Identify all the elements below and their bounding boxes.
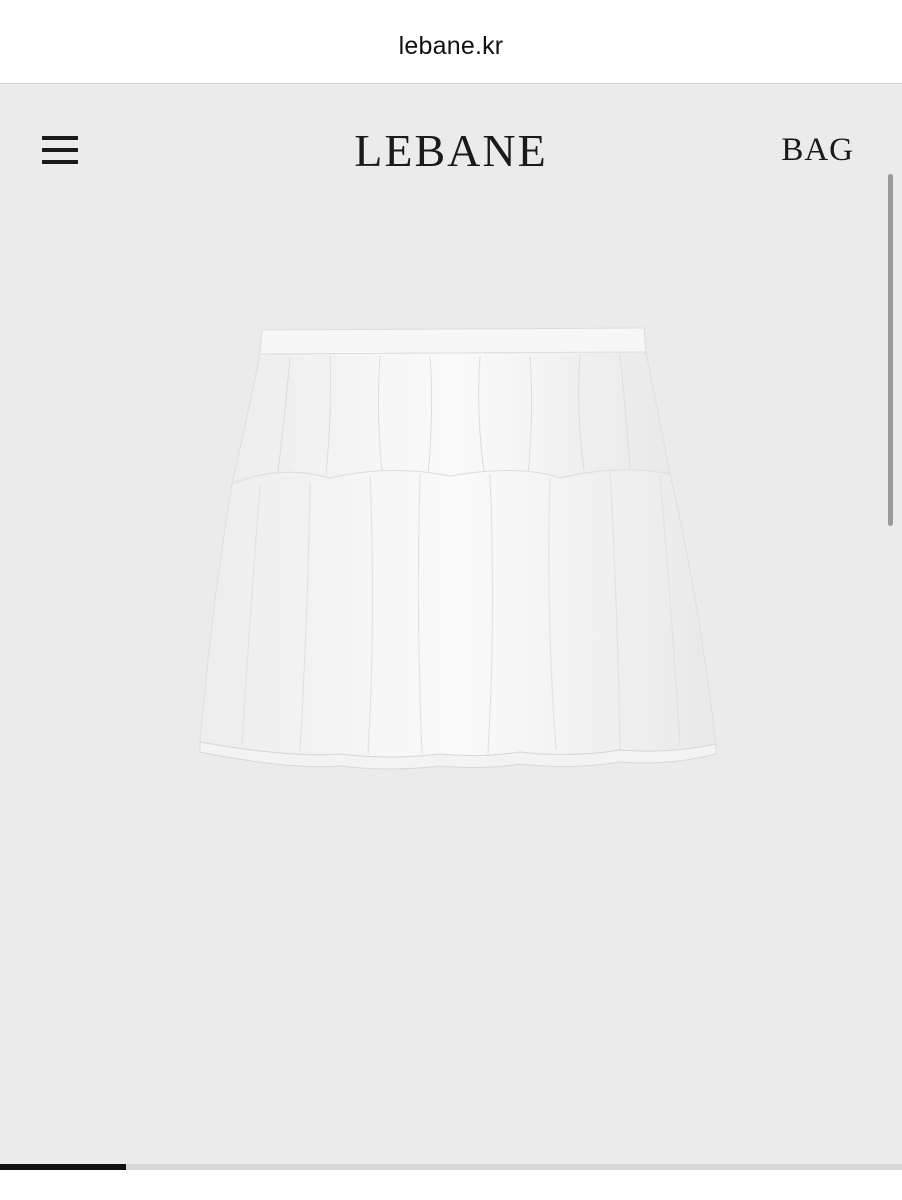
- skirt-lower-tier: [199, 469, 717, 758]
- scrollbar[interactable]: [888, 174, 893, 526]
- url-text[interactable]: lebane.kr: [0, 32, 902, 61]
- brand-logo[interactable]: LEBANE: [0, 124, 902, 177]
- bottom-strip: [0, 1170, 902, 1200]
- skirt-upper-tier: [231, 351, 671, 485]
- product-page: LEBANE BAG: [0, 84, 902, 1170]
- browser-address-bar[interactable]: lebane.kr: [0, 0, 902, 84]
- skirt-waistband: [259, 327, 647, 355]
- bag-link[interactable]: BAG: [781, 132, 854, 169]
- product-image[interactable]: [150, 314, 750, 774]
